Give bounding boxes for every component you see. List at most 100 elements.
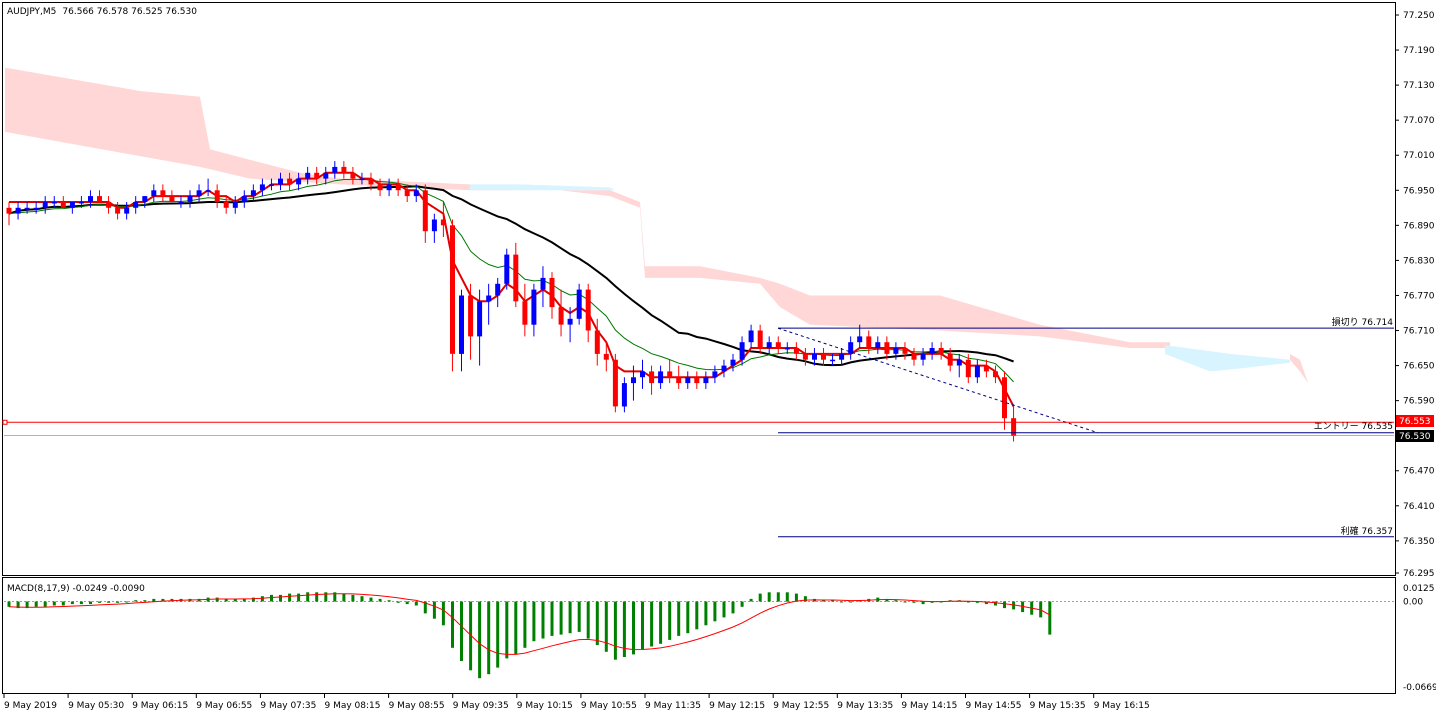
macd-bar xyxy=(541,601,545,639)
candle-body xyxy=(395,184,401,191)
candle-body xyxy=(793,348,799,354)
candle-body xyxy=(323,172,329,179)
macd-bar xyxy=(487,601,491,675)
time-axis-label: 9 May 10:55 xyxy=(581,701,637,711)
price-tag-553: 76.553 xyxy=(1399,417,1431,427)
candle-body xyxy=(612,359,618,407)
macd-bar xyxy=(586,601,590,639)
candle-body xyxy=(504,254,510,284)
price-axis-label: 76.950 xyxy=(1403,186,1435,196)
time-axis-label: 9 May 15:35 xyxy=(1030,701,1086,711)
macd-bar xyxy=(659,601,663,644)
macd-bar xyxy=(414,601,418,606)
macd-bar xyxy=(532,601,536,642)
macd-title: MACD(8,17,9) -0.0249 -0.0090 xyxy=(7,584,145,594)
macd-bar xyxy=(740,601,744,607)
time-axis-label: 9 May 14:55 xyxy=(966,701,1022,711)
candle-body xyxy=(97,196,102,202)
macd-axis-label: 0.0125 xyxy=(1403,584,1435,594)
candle-body xyxy=(477,301,483,337)
candle-body xyxy=(902,348,908,354)
macd-bar xyxy=(604,601,608,652)
candle-body xyxy=(78,202,84,204)
candle-body xyxy=(169,196,175,202)
candle-body xyxy=(6,207,12,214)
candle-body xyxy=(920,353,926,360)
candle-body xyxy=(305,172,311,179)
macd-bar xyxy=(378,598,382,602)
macd-bar xyxy=(632,601,635,655)
candle-body xyxy=(205,190,211,192)
trading-chart[interactable]: 0.0125 0.00 -0.0669 77.250 77.190 77.130 77.0… xyxy=(0,0,1436,716)
macd-bar xyxy=(523,601,527,648)
candle-body xyxy=(332,166,338,173)
macd-bar xyxy=(306,592,310,602)
candle-body xyxy=(386,184,392,191)
macd-bar xyxy=(98,601,101,603)
macd-bar xyxy=(478,601,482,679)
candle-body xyxy=(531,289,537,325)
candle-body xyxy=(133,202,139,208)
candle-body xyxy=(821,353,826,360)
price-axis-label: 76.890 xyxy=(1403,221,1435,231)
candle-body xyxy=(676,377,682,384)
macd-bar xyxy=(731,601,735,614)
candle-body xyxy=(649,371,655,384)
macd-bar xyxy=(668,601,672,640)
macd-bar xyxy=(107,601,111,603)
time-axis-label: 9 May 12:15 xyxy=(709,701,765,711)
macd-bar xyxy=(695,601,699,630)
macd-bar xyxy=(550,601,554,636)
macd-bar xyxy=(894,600,898,602)
time-axis-label: 9 May 2019 xyxy=(4,701,57,711)
candle-body xyxy=(748,330,754,343)
macd-bar xyxy=(270,594,273,602)
candle-body xyxy=(15,207,21,214)
price-axis-label: 77.250 xyxy=(1403,11,1435,21)
macd-bar xyxy=(514,601,518,655)
macd-bar xyxy=(1003,601,1006,609)
candle-body xyxy=(974,365,980,378)
candle-body xyxy=(187,196,193,202)
price-axis-label: 76.830 xyxy=(1403,256,1435,266)
candle-body xyxy=(893,348,899,354)
macd-bar xyxy=(641,601,644,650)
candle-body xyxy=(621,383,627,407)
macd-bar xyxy=(496,601,500,668)
time-axis-label: 9 May 07:35 xyxy=(260,701,316,711)
candle-body xyxy=(359,178,365,181)
stop-loss-label: 損切り 76.714 xyxy=(1332,316,1394,328)
macd-bar xyxy=(405,601,409,605)
candle-body xyxy=(60,202,66,208)
macd-bar xyxy=(152,598,156,602)
candle-body xyxy=(1002,377,1007,419)
candle-body xyxy=(540,277,546,290)
macd-bar xyxy=(921,601,925,605)
candle-body xyxy=(884,342,890,354)
price-axis-label: 76.295 xyxy=(1403,569,1435,579)
macd-bar xyxy=(441,601,445,626)
candle-body xyxy=(350,172,356,179)
candle-body xyxy=(594,330,600,354)
time-axis-label: 9 May 16:15 xyxy=(1094,701,1150,711)
candle-body xyxy=(486,295,492,302)
price-axis-label: 76.410 xyxy=(1403,502,1435,512)
candle-body xyxy=(33,207,39,210)
time-axis-label: 9 May 12:55 xyxy=(773,701,829,711)
macd-bar xyxy=(288,593,292,602)
price-axis-label: 76.710 xyxy=(1403,327,1435,337)
macd-bar xyxy=(396,601,400,603)
candle-body xyxy=(857,336,863,343)
macd-bar xyxy=(89,601,92,605)
candle-body xyxy=(631,377,636,384)
macd-bar xyxy=(776,592,780,602)
macd-bar xyxy=(351,594,355,602)
candle-body xyxy=(983,365,989,372)
candle-body xyxy=(730,359,736,366)
candle-body xyxy=(911,353,917,360)
candle-body xyxy=(866,336,872,349)
candle-body xyxy=(603,353,609,360)
candle-body xyxy=(151,190,157,197)
price-axis-label: 76.650 xyxy=(1403,362,1435,372)
time-axis-label: 9 May 06:55 xyxy=(196,701,252,711)
